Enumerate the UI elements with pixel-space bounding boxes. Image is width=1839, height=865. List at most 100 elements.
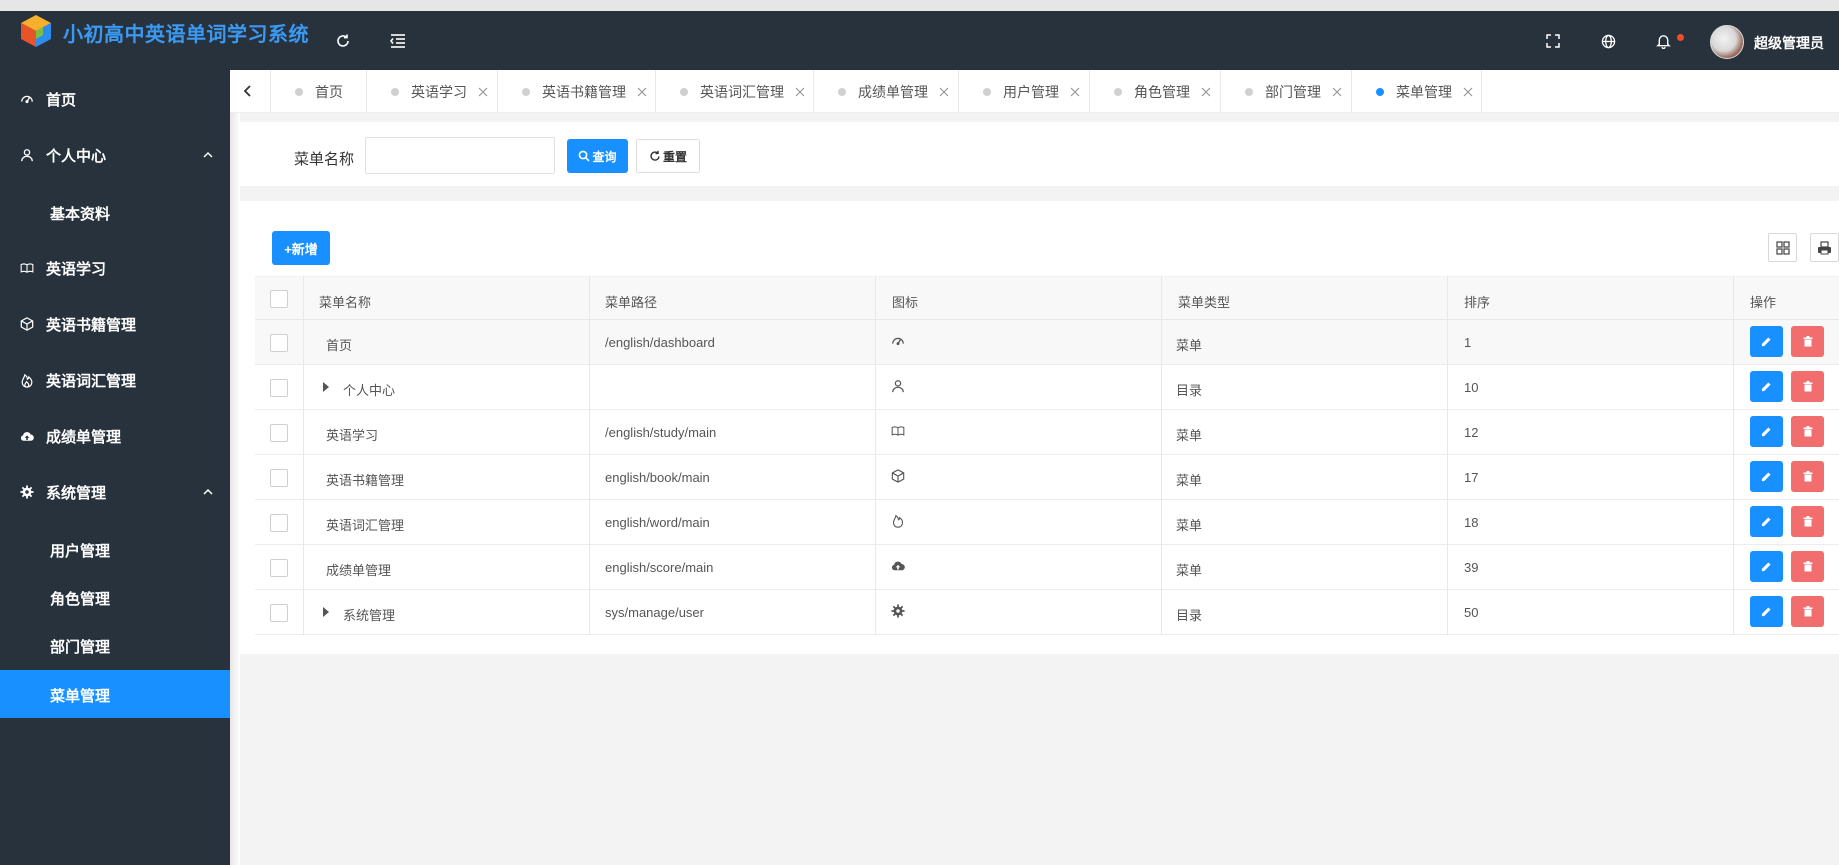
close-icon[interactable] (1201, 87, 1211, 97)
tab-status-dot (1114, 87, 1122, 96)
add-button-label: +新增 (284, 241, 318, 257)
edit-button[interactable] (1750, 551, 1783, 582)
close-icon[interactable] (1463, 87, 1473, 97)
tab-label: 菜单管理 (1396, 83, 1452, 100)
menu-fold-icon[interactable] (386, 29, 410, 53)
menu-order-cell: 50 (1464, 605, 1479, 620)
row-checkbox[interactable] (270, 379, 288, 397)
close-icon[interactable] (637, 87, 647, 97)
edit-button[interactable] (1750, 416, 1783, 447)
user-name[interactable]: 超级管理员 (1754, 33, 1824, 53)
delete-button[interactable] (1791, 416, 1824, 447)
sidebar-item-menus[interactable]: 菜单管理 (0, 670, 230, 718)
sidebar-item-label: 部门管理 (50, 639, 111, 656)
close-icon[interactable] (939, 87, 949, 97)
row-checkbox[interactable] (270, 334, 288, 352)
sidebar-item-personal-center[interactable]: 个人中心 (0, 131, 230, 179)
window-top-strip (0, 0, 1839, 11)
sidebar-item-basic-info[interactable]: 基本资料 (0, 188, 230, 236)
query-button[interactable]: 查询 (567, 139, 628, 173)
sidebar-item-departments[interactable]: 部门管理 (0, 621, 230, 669)
delete-button[interactable] (1791, 596, 1824, 627)
settings-icon (891, 604, 905, 618)
delete-button[interactable] (1791, 551, 1824, 582)
sidebar-item-users[interactable]: 用户管理 (0, 525, 230, 573)
menu-path-cell: /english/study/main (605, 425, 717, 440)
expand-caret-icon[interactable] (323, 382, 329, 392)
pencil-icon (1761, 337, 1771, 347)
column-divider (1161, 276, 1162, 635)
row-checkbox[interactable] (270, 604, 288, 622)
pencil-icon (1761, 517, 1771, 527)
tab-departments[interactable]: 部门管理 (1220, 70, 1351, 113)
close-icon[interactable] (1332, 87, 1342, 97)
row-checkbox[interactable] (270, 514, 288, 532)
sidebar-item-label: 基本资料 (50, 206, 111, 223)
edit-button[interactable] (1750, 596, 1783, 627)
sidebar-item-english-vocabulary[interactable]: 英语词汇管理 (0, 356, 230, 404)
delete-button[interactable] (1791, 371, 1824, 402)
expand-caret-icon[interactable] (323, 607, 329, 617)
tab-label: 英语词汇管理 (700, 83, 784, 100)
tab-label: 首页 (315, 83, 343, 100)
menu-path-cell: english/score/main (605, 560, 714, 575)
fire-icon (20, 373, 34, 388)
user-icon (892, 380, 904, 393)
reset-button[interactable]: 重置 (636, 139, 700, 173)
edit-button[interactable] (1750, 506, 1783, 537)
menu-path-cell: /english/dashboard (605, 335, 715, 350)
bell-icon[interactable] (1651, 29, 1675, 53)
close-icon[interactable] (795, 87, 805, 97)
tab-status-dot (680, 87, 688, 96)
edit-button[interactable] (1750, 461, 1783, 492)
globe-icon[interactable] (1596, 29, 1620, 53)
columns-filter-button[interactable] (1768, 233, 1797, 262)
select-all-checkbox[interactable] (270, 290, 288, 308)
sidebar-item-home[interactable]: 首页 (0, 75, 230, 123)
tab-transcripts[interactable]: 成绩单管理 (813, 70, 958, 113)
row-checkbox[interactable] (270, 424, 288, 442)
tab-users[interactable]: 用户管理 (958, 70, 1089, 113)
add-button[interactable]: +新增 (272, 231, 330, 265)
menu-type-cell: 菜单 (1176, 338, 1203, 353)
sidebar-item-system-management[interactable]: 系统管理 (0, 468, 230, 516)
trash-icon (1803, 471, 1812, 482)
tab-menus[interactable]: 菜单管理 (1351, 70, 1482, 113)
tab-english-vocabulary[interactable]: 英语词汇管理 (655, 70, 813, 113)
chevron-up-icon (203, 488, 213, 495)
avatar[interactable] (1710, 25, 1744, 59)
column-divider (875, 276, 876, 635)
fullscreen-icon[interactable] (1541, 29, 1565, 53)
row-checkbox[interactable] (270, 559, 288, 577)
tab-home[interactable]: 首页 (270, 70, 366, 113)
menu-order-cell: 39 (1464, 560, 1479, 575)
tab-label: 用户管理 (1003, 83, 1059, 100)
tab-roles[interactable]: 角色管理 (1089, 70, 1220, 113)
cube-icon (20, 317, 34, 331)
tab-english-study[interactable]: 英语学习 (366, 70, 497, 113)
table-row: 成绩单管理 english/score/main 菜单 39 (255, 545, 1839, 590)
print-button[interactable] (1810, 233, 1839, 262)
close-icon[interactable] (1070, 87, 1080, 97)
sidebar-item-english-study[interactable]: 英语学习 (0, 244, 230, 292)
menu-name-input[interactable] (365, 137, 555, 174)
delete-button[interactable] (1791, 461, 1824, 492)
sidebar-item-english-books[interactable]: 英语书籍管理 (0, 300, 230, 348)
sidebar-item-transcripts[interactable]: 成绩单管理 (0, 412, 230, 460)
reset-icon (650, 150, 660, 161)
tab-status-dot (983, 87, 991, 96)
chevron-left-icon[interactable] (240, 83, 256, 99)
refresh-icon[interactable] (331, 29, 355, 53)
close-icon[interactable] (478, 87, 488, 97)
delete-button[interactable] (1791, 506, 1824, 537)
edit-button[interactable] (1750, 326, 1783, 357)
menu-type-cell: 菜单 (1176, 563, 1203, 578)
tab-status-dot (1376, 87, 1384, 96)
pencil-icon (1761, 607, 1771, 617)
edit-button[interactable] (1750, 371, 1783, 402)
tab-english-books[interactable]: 英语书籍管理 (497, 70, 655, 113)
delete-button[interactable] (1791, 326, 1824, 357)
pencil-icon (1761, 427, 1771, 437)
sidebar-item-roles[interactable]: 角色管理 (0, 573, 230, 621)
row-checkbox[interactable] (270, 469, 288, 487)
